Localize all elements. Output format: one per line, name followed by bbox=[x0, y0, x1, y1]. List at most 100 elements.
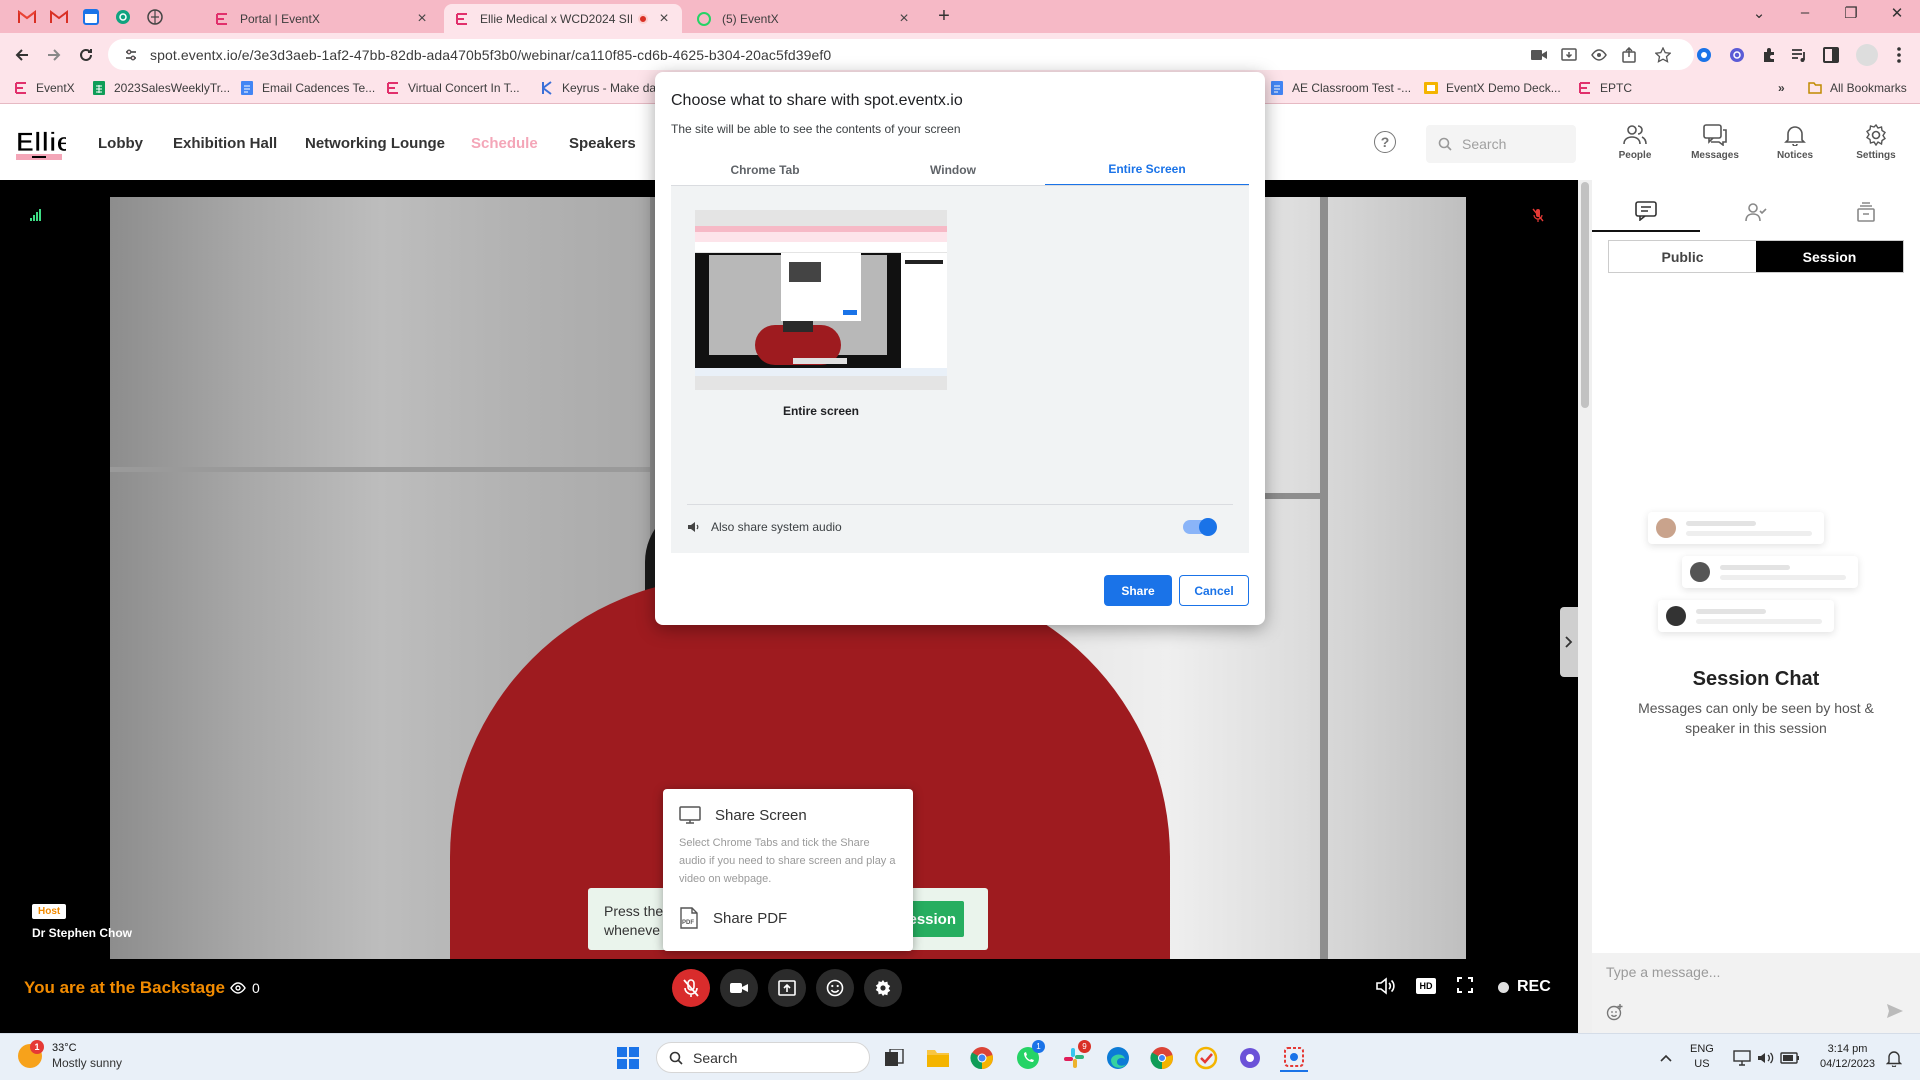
sidebar-tab-chat[interactable] bbox=[1592, 192, 1700, 232]
chrome-menu-icon[interactable] bbox=[1890, 46, 1908, 64]
share-screen-button[interactable] bbox=[768, 969, 806, 1007]
slack-taskbar-button[interactable]: 9 bbox=[1060, 1040, 1091, 1072]
expand-panel-button[interactable] bbox=[1560, 607, 1578, 677]
extension-blue-icon[interactable] bbox=[1695, 46, 1713, 64]
segment-session[interactable]: Session bbox=[1756, 241, 1903, 272]
calendar-pinned-tab[interactable] bbox=[80, 6, 102, 28]
entire-screen-thumbnail[interactable] bbox=[695, 210, 947, 390]
forward-button[interactable] bbox=[42, 43, 66, 67]
nav-networking-lounge[interactable]: Networking Lounge bbox=[305, 135, 445, 152]
hd-quality-button[interactable]: HD bbox=[1416, 978, 1436, 994]
show-hidden-icons-button[interactable] bbox=[1652, 1044, 1680, 1072]
profile-avatar[interactable] bbox=[1856, 44, 1878, 66]
tick-app-button[interactable] bbox=[1192, 1044, 1220, 1072]
side-panel-icon[interactable] bbox=[1822, 46, 1840, 64]
share-page-icon[interactable] bbox=[1620, 46, 1638, 64]
bookmark-virtual-concert[interactable]: Virtual Concert In T... bbox=[386, 81, 520, 95]
share-screen-option[interactable]: Share Screen bbox=[679, 806, 807, 824]
camera-in-use-icon[interactable] bbox=[1530, 46, 1548, 64]
tab-chrome-tab[interactable]: Chrome Tab bbox=[671, 154, 859, 186]
media-controls-icon[interactable] bbox=[1790, 46, 1808, 64]
new-tab-button[interactable]: + bbox=[932, 5, 956, 28]
snipping-tool-button[interactable] bbox=[1280, 1044, 1308, 1072]
fullscreen-button[interactable] bbox=[1457, 977, 1473, 993]
bookmark-eventx-demo[interactable]: EventX Demo Deck... bbox=[1424, 81, 1561, 95]
share-button[interactable]: Share bbox=[1104, 575, 1172, 606]
nav-speakers[interactable]: Speakers bbox=[569, 135, 636, 152]
segment-public[interactable]: Public bbox=[1609, 241, 1756, 272]
scrollbar-thumb[interactable] bbox=[1581, 182, 1589, 408]
eye-icon[interactable] bbox=[1590, 46, 1608, 64]
extension-shield-icon[interactable] bbox=[1728, 46, 1746, 64]
reload-button[interactable] bbox=[74, 43, 98, 67]
mic-toggle-button[interactable] bbox=[672, 969, 710, 1007]
record-button[interactable]: REC bbox=[1498, 978, 1551, 996]
bookmark-ae-classroom[interactable]: AE Classroom Test -... bbox=[1270, 81, 1411, 95]
close-tab-icon[interactable]: × bbox=[896, 10, 912, 28]
address-bar[interactable]: spot.eventx.io/e/3e3d3aeb-1af2-47bb-82db… bbox=[108, 39, 1694, 70]
app-purple-button[interactable] bbox=[1236, 1044, 1264, 1072]
file-explorer-button[interactable] bbox=[924, 1044, 952, 1072]
chrome-taskbar-button[interactable] bbox=[968, 1044, 996, 1072]
close-tab-icon[interactable]: × bbox=[656, 10, 672, 28]
stage-settings-button[interactable] bbox=[864, 969, 902, 1007]
task-view-button[interactable] bbox=[880, 1044, 908, 1072]
emoji-picker-button[interactable] bbox=[1606, 1003, 1624, 1021]
volume-button[interactable] bbox=[1376, 977, 1396, 995]
send-message-button[interactable] bbox=[1886, 1003, 1904, 1019]
browser-tab-eventx[interactable]: (5) EventX × bbox=[686, 4, 922, 33]
reactions-button[interactable] bbox=[816, 969, 854, 1007]
sidebar-tab-attendees[interactable] bbox=[1702, 192, 1810, 232]
header-notices-button[interactable]: Notices bbox=[1765, 124, 1825, 161]
close-window-button[interactable]: ✕ bbox=[1882, 4, 1912, 22]
bookmark-email-cadences[interactable]: Email Cadences Te... bbox=[240, 81, 375, 95]
weather-widget[interactable]: 1 33°C Mostly sunny bbox=[18, 1040, 122, 1070]
battery-icon[interactable] bbox=[1776, 1044, 1804, 1072]
nav-lobby[interactable]: Lobby bbox=[98, 135, 143, 152]
start-button[interactable] bbox=[614, 1044, 642, 1072]
whatsapp-taskbar-button[interactable]: 1 bbox=[1014, 1040, 1045, 1072]
app-search-input[interactable]: Search bbox=[1426, 125, 1576, 163]
bookmark-keyrus[interactable]: Keyrus - Make dat bbox=[540, 81, 659, 95]
camera-toggle-button[interactable] bbox=[720, 969, 758, 1007]
back-button[interactable] bbox=[10, 43, 34, 67]
bookmark-sales-weekly[interactable]: 2023SalesWeeklyTr... bbox=[92, 81, 230, 95]
bookmark-eventx[interactable]: EventX bbox=[14, 81, 75, 95]
sidebar-tab-polls[interactable] bbox=[1812, 192, 1920, 232]
chat-message-input[interactable]: Type a message... bbox=[1606, 964, 1720, 980]
header-messages-button[interactable]: Messages bbox=[1685, 124, 1745, 161]
tab-window[interactable]: Window bbox=[859, 154, 1047, 186]
notifications-button[interactable] bbox=[1880, 1044, 1908, 1072]
system-clock[interactable]: 3:14 pm 04/12/2023 bbox=[1820, 1042, 1875, 1072]
cancel-button[interactable]: Cancel bbox=[1179, 575, 1249, 606]
notion-pinned-tab[interactable] bbox=[144, 6, 166, 28]
more-bookmarks-button[interactable]: » bbox=[1778, 81, 1785, 95]
gmail-pinned-tab[interactable] bbox=[16, 6, 38, 28]
browser-tab-portal[interactable]: Portal | EventX × bbox=[204, 4, 440, 33]
nav-exhibition-hall[interactable]: Exhibition Hall bbox=[173, 135, 277, 152]
site-info-icon[interactable] bbox=[124, 48, 138, 62]
input-language[interactable]: ENG US bbox=[1690, 1042, 1714, 1072]
gmail-pinned-tab-2[interactable] bbox=[48, 6, 70, 28]
minimize-button[interactable]: – bbox=[1790, 4, 1820, 21]
extensions-puzzle-icon[interactable] bbox=[1760, 46, 1778, 64]
chrome-profile-2-button[interactable] bbox=[1148, 1044, 1176, 1072]
header-people-button[interactable]: People bbox=[1605, 124, 1665, 161]
restore-button[interactable]: ❐ bbox=[1836, 4, 1866, 22]
taskbar-search[interactable]: Search bbox=[656, 1042, 870, 1073]
share-audio-toggle[interactable] bbox=[1183, 518, 1217, 536]
chatgpt-pinned-tab[interactable] bbox=[112, 6, 134, 28]
tab-search-icon[interactable]: ⌄ bbox=[1744, 4, 1774, 22]
browser-tab-ellie-medical[interactable]: Ellie Medical x WCD2024 SIN × bbox=[444, 4, 682, 33]
tab-entire-screen[interactable]: Entire Screen bbox=[1045, 154, 1249, 186]
share-pdf-option[interactable]: PDF Share PDF bbox=[679, 907, 787, 929]
sidebar-scrollbar[interactable] bbox=[1578, 180, 1592, 1033]
header-settings-button[interactable]: Settings bbox=[1846, 124, 1906, 161]
bookmark-eptc[interactable]: EPTC bbox=[1578, 81, 1632, 95]
install-app-icon[interactable] bbox=[1560, 46, 1578, 64]
bookmark-star-icon[interactable] bbox=[1654, 46, 1672, 64]
close-tab-icon[interactable]: × bbox=[414, 10, 430, 28]
edge-taskbar-button[interactable] bbox=[1104, 1044, 1132, 1072]
all-bookmarks[interactable]: All Bookmarks bbox=[1808, 81, 1907, 95]
nav-schedule[interactable]: Schedule bbox=[471, 135, 538, 152]
